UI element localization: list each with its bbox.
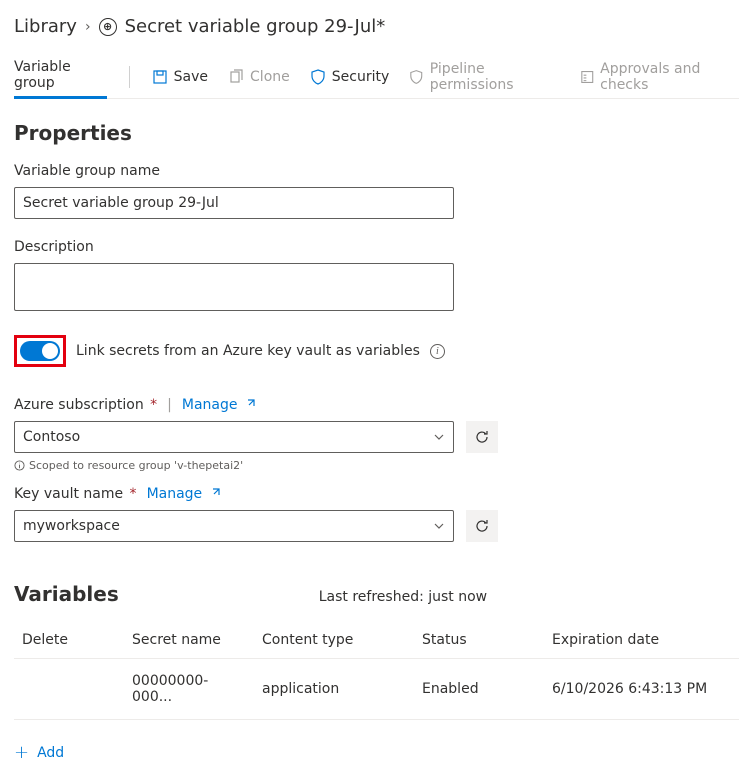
variables-heading: Variables <box>14 582 119 606</box>
refresh-keyvault-button[interactable] <box>466 510 498 542</box>
clone-button[interactable]: Clone <box>228 69 290 85</box>
variable-group-icon: ⊕ <box>99 18 117 36</box>
external-link-icon <box>209 487 221 499</box>
chevron-right-icon: › <box>85 19 91 35</box>
col-secret: Secret name <box>124 622 254 659</box>
table-row[interactable]: 00000000-000... application Enabled 6/10… <box>14 659 739 720</box>
field-keyvault: Key vault name * Manage myworkspace <box>14 486 739 542</box>
description-label: Description <box>14 239 739 255</box>
info-icon[interactable]: i <box>430 344 445 359</box>
manage-subscription-link[interactable]: Manage <box>182 397 256 413</box>
subscription-label: Azure subscription <box>14 397 144 413</box>
external-link-icon <box>244 398 256 410</box>
refresh-icon <box>474 429 490 445</box>
page-title: Secret variable group 29-Jul* <box>125 16 386 37</box>
description-input[interactable] <box>14 263 454 311</box>
save-icon <box>152 69 168 85</box>
security-button[interactable]: Security <box>310 69 390 85</box>
link-secrets-row: Link secrets from an Azure key vault as … <box>14 335 739 367</box>
save-button[interactable]: Save <box>152 69 208 85</box>
name-label: Variable group name <box>14 163 739 179</box>
last-refreshed: Last refreshed: just now <box>319 589 487 605</box>
properties-heading: Properties <box>14 121 739 145</box>
clone-icon <box>228 69 244 85</box>
keyvault-label: Key vault name <box>14 486 123 502</box>
link-secrets-label: Link secrets from an Azure key vault as … <box>76 343 420 359</box>
pipeline-permissions-button[interactable]: Pipeline permissions <box>409 61 559 93</box>
tab-variable-group[interactable]: Variable group <box>14 55 107 99</box>
cell-secret: 00000000-000... <box>124 659 254 720</box>
keyvault-select[interactable]: myworkspace <box>14 510 454 542</box>
checklist-icon <box>580 69 595 85</box>
field-subscription: Azure subscription * | Manage Contoso Sc… <box>14 397 739 472</box>
highlight-box <box>14 335 66 367</box>
shield-icon <box>310 69 326 85</box>
variables-header: Variables Last refreshed: just now <box>14 582 739 606</box>
col-delete: Delete <box>14 622 124 659</box>
refresh-subscription-button[interactable] <box>466 421 498 453</box>
refresh-icon <box>474 518 490 534</box>
scope-hint: Scoped to resource group 'v-thepetai2' <box>14 459 739 472</box>
breadcrumb-root[interactable]: Library <box>14 16 77 37</box>
variables-table: Delete Secret name Content type Status E… <box>14 622 739 720</box>
col-content: Content type <box>254 622 414 659</box>
col-expiration: Expiration date <box>544 622 739 659</box>
toolbar: Variable group Save Clone Security Pipel… <box>14 55 739 99</box>
link-secrets-toggle[interactable] <box>20 341 60 361</box>
name-input[interactable] <box>14 187 454 219</box>
approvals-button[interactable]: Approvals and checks <box>580 61 739 93</box>
info-small-icon <box>14 460 25 471</box>
shield-outline-icon <box>409 69 424 85</box>
field-name: Variable group name <box>14 163 739 219</box>
add-button[interactable]: + Add <box>14 742 739 763</box>
cell-content: application <box>254 659 414 720</box>
cell-delete <box>14 659 124 720</box>
breadcrumb: Library › ⊕ Secret variable group 29-Jul… <box>14 16 739 37</box>
plus-icon: + <box>14 742 29 763</box>
divider <box>129 66 130 88</box>
manage-keyvault-link[interactable]: Manage <box>147 486 221 502</box>
col-status: Status <box>414 622 544 659</box>
cell-status: Enabled <box>414 659 544 720</box>
subscription-select[interactable]: Contoso <box>14 421 454 453</box>
cell-expiration: 6/10/2026 6:43:13 PM <box>544 659 739 720</box>
field-description: Description <box>14 239 739 315</box>
